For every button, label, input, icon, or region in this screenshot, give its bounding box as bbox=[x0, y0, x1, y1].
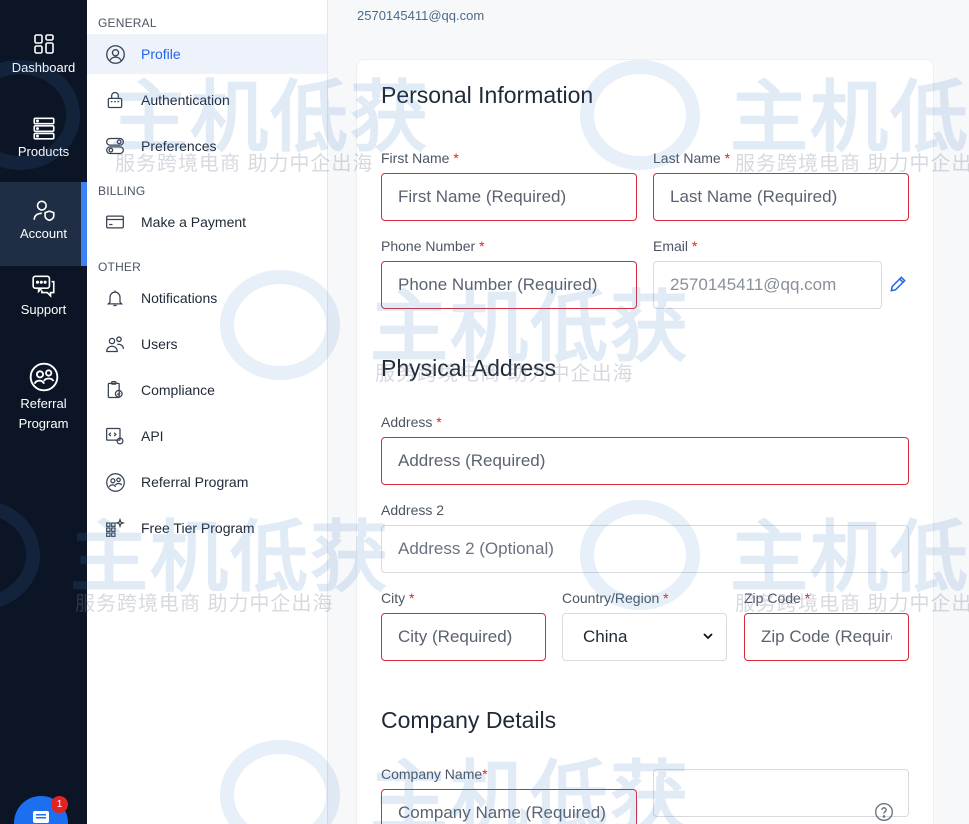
phone-number-field[interactable] bbox=[381, 261, 637, 309]
address-2-label: Address 2 bbox=[381, 502, 445, 518]
country-region-select[interactable]: China bbox=[562, 613, 727, 661]
rail-item-label: Support bbox=[20, 302, 67, 317]
section-title-personal-information: Personal Information bbox=[381, 82, 594, 108]
section-label-general: GENERAL bbox=[98, 16, 157, 30]
chevron-down-icon bbox=[702, 627, 714, 647]
primary-nav-rail: Dashboard Products Account Support Refer… bbox=[0, 0, 87, 824]
user-circle-icon bbox=[104, 43, 126, 65]
zip-code-label: Zip Code * bbox=[744, 590, 811, 606]
rail-item-products[interactable]: Products bbox=[0, 114, 87, 180]
edit-email-pencil-icon[interactable] bbox=[888, 274, 910, 296]
company-name-field[interactable] bbox=[381, 789, 637, 824]
sidebar-item-label: Preferences bbox=[141, 138, 217, 154]
rail-item-label: Dashboard bbox=[11, 60, 76, 75]
rail-item-referral-program[interactable]: Referral Program bbox=[0, 360, 87, 436]
sidebar-item-notifications[interactable]: Notifications bbox=[87, 278, 327, 318]
rail-item-label: Products bbox=[17, 144, 70, 159]
server-stack-icon bbox=[30, 114, 58, 142]
account-email: 2570145411@qq.com bbox=[357, 8, 485, 23]
section-label-other: OTHER bbox=[98, 260, 141, 274]
zip-code-field[interactable] bbox=[744, 613, 909, 661]
country-selected-value: China bbox=[583, 627, 628, 646]
sidebar-item-compliance[interactable]: Compliance bbox=[87, 370, 327, 410]
clipboard-check-icon bbox=[104, 379, 126, 401]
chat-list-icon bbox=[32, 810, 50, 824]
help-question-icon[interactable] bbox=[874, 802, 894, 822]
rail-item-account[interactable]: Account bbox=[0, 182, 87, 266]
user-shield-icon bbox=[30, 196, 58, 224]
grid-sparkle-icon bbox=[104, 517, 126, 539]
sidebar-item-label: Referral Program bbox=[141, 474, 249, 490]
sidebar-item-authentication[interactable]: Authentication bbox=[87, 80, 327, 120]
rail-item-support[interactable]: Support bbox=[0, 272, 87, 338]
last-name-label: Last Name * bbox=[653, 150, 731, 166]
city-label: City * bbox=[381, 590, 415, 606]
section-title-company-details: Company Details bbox=[381, 707, 557, 733]
sidebar-item-label: Notifications bbox=[141, 290, 218, 306]
rail-item-label: Referral bbox=[20, 396, 67, 411]
sidebar-item-label: API bbox=[141, 428, 164, 444]
section-title-physical-address: Physical Address bbox=[381, 355, 557, 381]
phone-number-label: Phone Number * bbox=[381, 238, 485, 254]
lock-icon bbox=[104, 89, 126, 111]
referral-people-icon bbox=[27, 360, 61, 394]
sidebar-item-profile[interactable]: Profile bbox=[87, 34, 327, 74]
rail-item-label: Account bbox=[20, 226, 67, 241]
account-sidebar: GENERAL Profile Authentication Preferenc… bbox=[87, 0, 328, 824]
sidebar-item-users[interactable]: Users bbox=[87, 324, 327, 364]
last-name-field[interactable] bbox=[653, 173, 909, 221]
chat-bubbles-icon bbox=[30, 272, 58, 300]
email-label: Email * bbox=[653, 238, 698, 254]
referral-icon bbox=[104, 471, 126, 493]
dashboard-grid-icon bbox=[30, 30, 58, 58]
company-name-label: Company Name* bbox=[381, 766, 488, 782]
section-label-billing: BILLING bbox=[98, 184, 146, 198]
sidebar-item-label: Make a Payment bbox=[141, 214, 247, 230]
rail-item-dashboard[interactable]: Dashboard bbox=[0, 30, 87, 96]
sidebar-item-preferences[interactable]: Preferences bbox=[87, 126, 327, 166]
address-2-field[interactable] bbox=[381, 525, 909, 573]
first-name-label: First Name * bbox=[381, 150, 459, 166]
city-field[interactable] bbox=[381, 613, 546, 661]
sidebar-item-label: Compliance bbox=[141, 382, 215, 398]
sidebar-item-free-tier-program[interactable]: Free Tier Program bbox=[87, 508, 327, 548]
sidebar-item-label: Profile bbox=[141, 46, 181, 62]
sidebar-item-label: Users bbox=[141, 336, 178, 352]
address-label: Address * bbox=[381, 414, 442, 430]
sidebar-item-label: Free Tier Program bbox=[141, 520, 255, 536]
first-name-field[interactable] bbox=[381, 173, 637, 221]
sidebar-item-referral-program[interactable]: Referral Program bbox=[87, 462, 327, 502]
bell-icon bbox=[104, 287, 126, 309]
users-icon bbox=[104, 333, 126, 355]
notification-badge: 1 bbox=[51, 796, 68, 813]
code-gear-icon bbox=[104, 425, 126, 447]
company-secondary-field[interactable] bbox=[653, 769, 909, 817]
rail-item-label: Program bbox=[18, 416, 69, 431]
sidebar-item-label: Authentication bbox=[141, 92, 230, 108]
toggle-icon bbox=[104, 135, 126, 157]
sidebar-item-api[interactable]: API bbox=[87, 416, 327, 456]
credit-card-icon bbox=[104, 211, 126, 233]
sidebar-item-make-a-payment[interactable]: Make a Payment bbox=[87, 202, 327, 242]
email-field[interactable] bbox=[653, 261, 882, 309]
address-field[interactable] bbox=[381, 437, 909, 485]
country-region-label: Country/Region * bbox=[562, 590, 669, 606]
